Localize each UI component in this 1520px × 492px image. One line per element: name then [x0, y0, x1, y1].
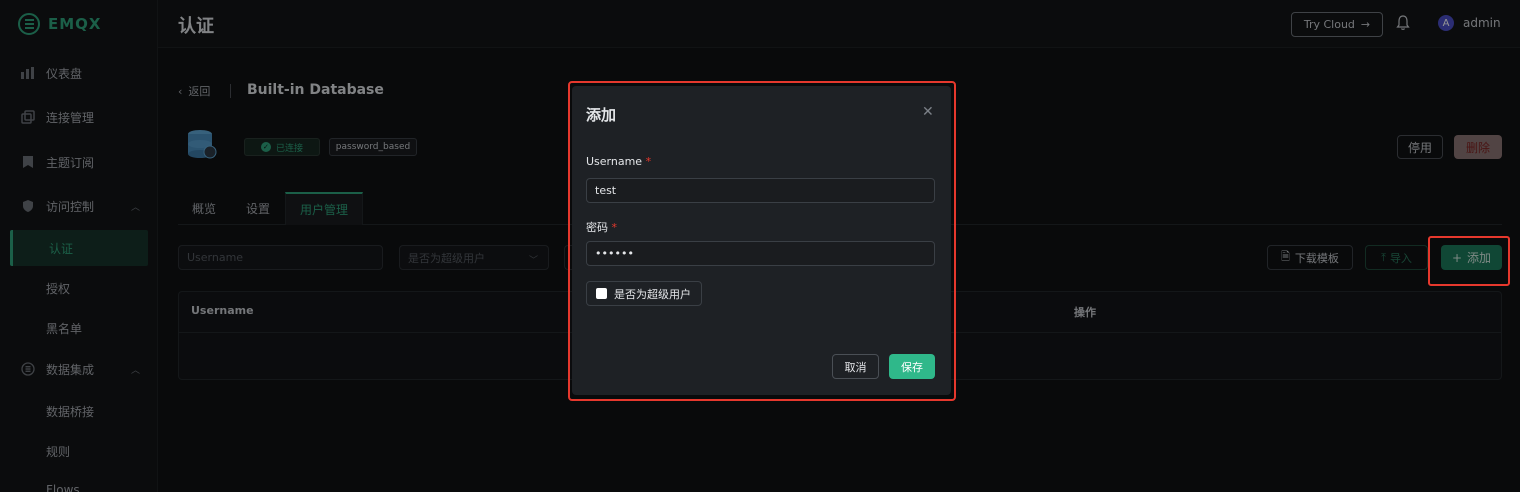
username-label: Username *: [586, 155, 651, 168]
superuser-label: 是否为超级用户: [614, 287, 691, 301]
close-icon[interactable]: ✕: [922, 104, 934, 120]
add-button-highlight: [1428, 236, 1510, 286]
required-mark: *: [611, 221, 618, 234]
superuser-checkbox[interactable]: 是否为超级用户: [586, 281, 702, 306]
cancel-button[interactable]: 取消: [832, 354, 879, 379]
password-label: 密码 *: [586, 219, 617, 235]
checkbox-box[interactable]: [596, 288, 607, 299]
required-mark: *: [645, 155, 652, 168]
save-button[interactable]: 保存: [889, 354, 935, 379]
username-field[interactable]: test: [586, 178, 935, 203]
password-label-text: 密码: [586, 221, 608, 234]
dialog-title: 添加: [586, 106, 617, 124]
add-user-dialog: 添加 ✕ Username * test 密码 * •••••• 是否为超级用户…: [572, 86, 951, 395]
username-label-text: Username: [586, 155, 643, 168]
password-field[interactable]: ••••••: [586, 241, 935, 266]
